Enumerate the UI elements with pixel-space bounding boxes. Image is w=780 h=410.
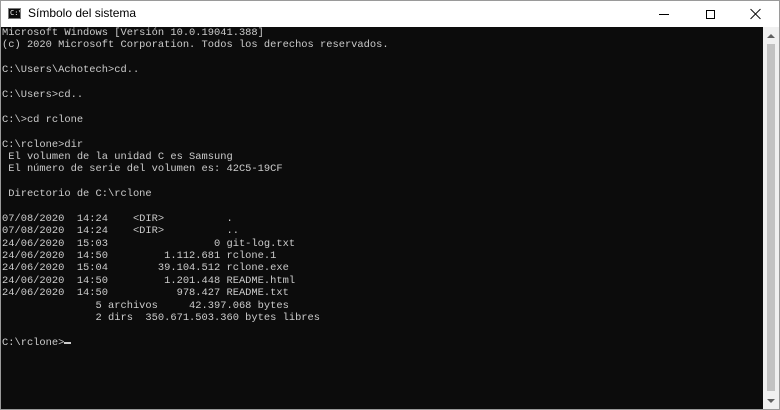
prompt-text: C:\rclone> bbox=[2, 336, 65, 349]
console-line: Directorio de C:\rclone bbox=[2, 188, 152, 201]
console-line: 2 dirs 350.671.503.360 bytes libres bbox=[2, 311, 321, 324]
scroll-up-button[interactable] bbox=[763, 27, 779, 44]
scroll-thumb[interactable] bbox=[767, 44, 775, 391]
scroll-down-button[interactable] bbox=[763, 392, 779, 409]
console-line: El volumen de la unidad C es Samsung bbox=[2, 150, 233, 163]
chevron-down-icon bbox=[767, 398, 775, 403]
console-line: C:\Users>cd.. bbox=[2, 88, 84, 101]
console-line: 5 archivos 42.397.068 bytes bbox=[2, 299, 289, 312]
console-line: Microsoft Windows [Versión 10.0.19041.38… bbox=[2, 27, 264, 39]
window-title: Símbolo del sistema bbox=[28, 6, 137, 20]
console-line: 24/06/2020 15:04 39.104.512 rclone.exe bbox=[2, 262, 289, 275]
console-line: El número de serie del volumen es: 42C5-… bbox=[2, 163, 283, 176]
minimize-button[interactable] bbox=[641, 1, 687, 27]
console-output[interactable]: Microsoft Windows [Versión 10.0.19041.38… bbox=[1, 27, 763, 409]
close-icon bbox=[750, 8, 762, 20]
prompt-line[interactable]: C:\rclone> bbox=[2, 337, 389, 349]
maximize-icon bbox=[705, 9, 715, 19]
console-line: 07/08/2020 14:24 <DIR> .. bbox=[2, 225, 239, 238]
minimize-icon bbox=[659, 13, 669, 15]
console-line: 24/06/2020 14:50 1.112.681 rclone.1 bbox=[2, 250, 277, 263]
console-line: 24/06/2020 15:03 0 git-log.txt bbox=[2, 237, 296, 250]
console-line: C:\rclone>dir bbox=[2, 138, 84, 151]
console-line: C:\>cd rclone bbox=[2, 113, 84, 126]
console-line: C:\Users\Achotech>cd.. bbox=[2, 64, 140, 77]
chevron-up-icon bbox=[767, 33, 775, 38]
console-line: 24/06/2020 14:50 978.427 README.txt bbox=[2, 287, 289, 300]
console-lines: Microsoft Windows [Versión 10.0.19041.38… bbox=[2, 27, 389, 349]
console-line: (c) 2020 Microsoft Corporation. Todos lo… bbox=[2, 39, 389, 52]
vertical-scrollbar[interactable] bbox=[763, 27, 779, 409]
title-bar[interactable]: C:\ Símbolo del sistema bbox=[1, 1, 779, 27]
console-line: 24/06/2020 14:50 1.201.448 README.html bbox=[2, 274, 296, 287]
close-button[interactable] bbox=[733, 1, 779, 27]
cmd-icon[interactable]: C:\ bbox=[8, 8, 21, 19]
text-cursor bbox=[64, 341, 72, 344]
command-prompt-window: C:\ Símbolo del sistema Microsoft Window… bbox=[0, 0, 780, 410]
maximize-button[interactable] bbox=[687, 1, 733, 27]
console-line: 07/08/2020 14:24 <DIR> . bbox=[2, 212, 233, 225]
